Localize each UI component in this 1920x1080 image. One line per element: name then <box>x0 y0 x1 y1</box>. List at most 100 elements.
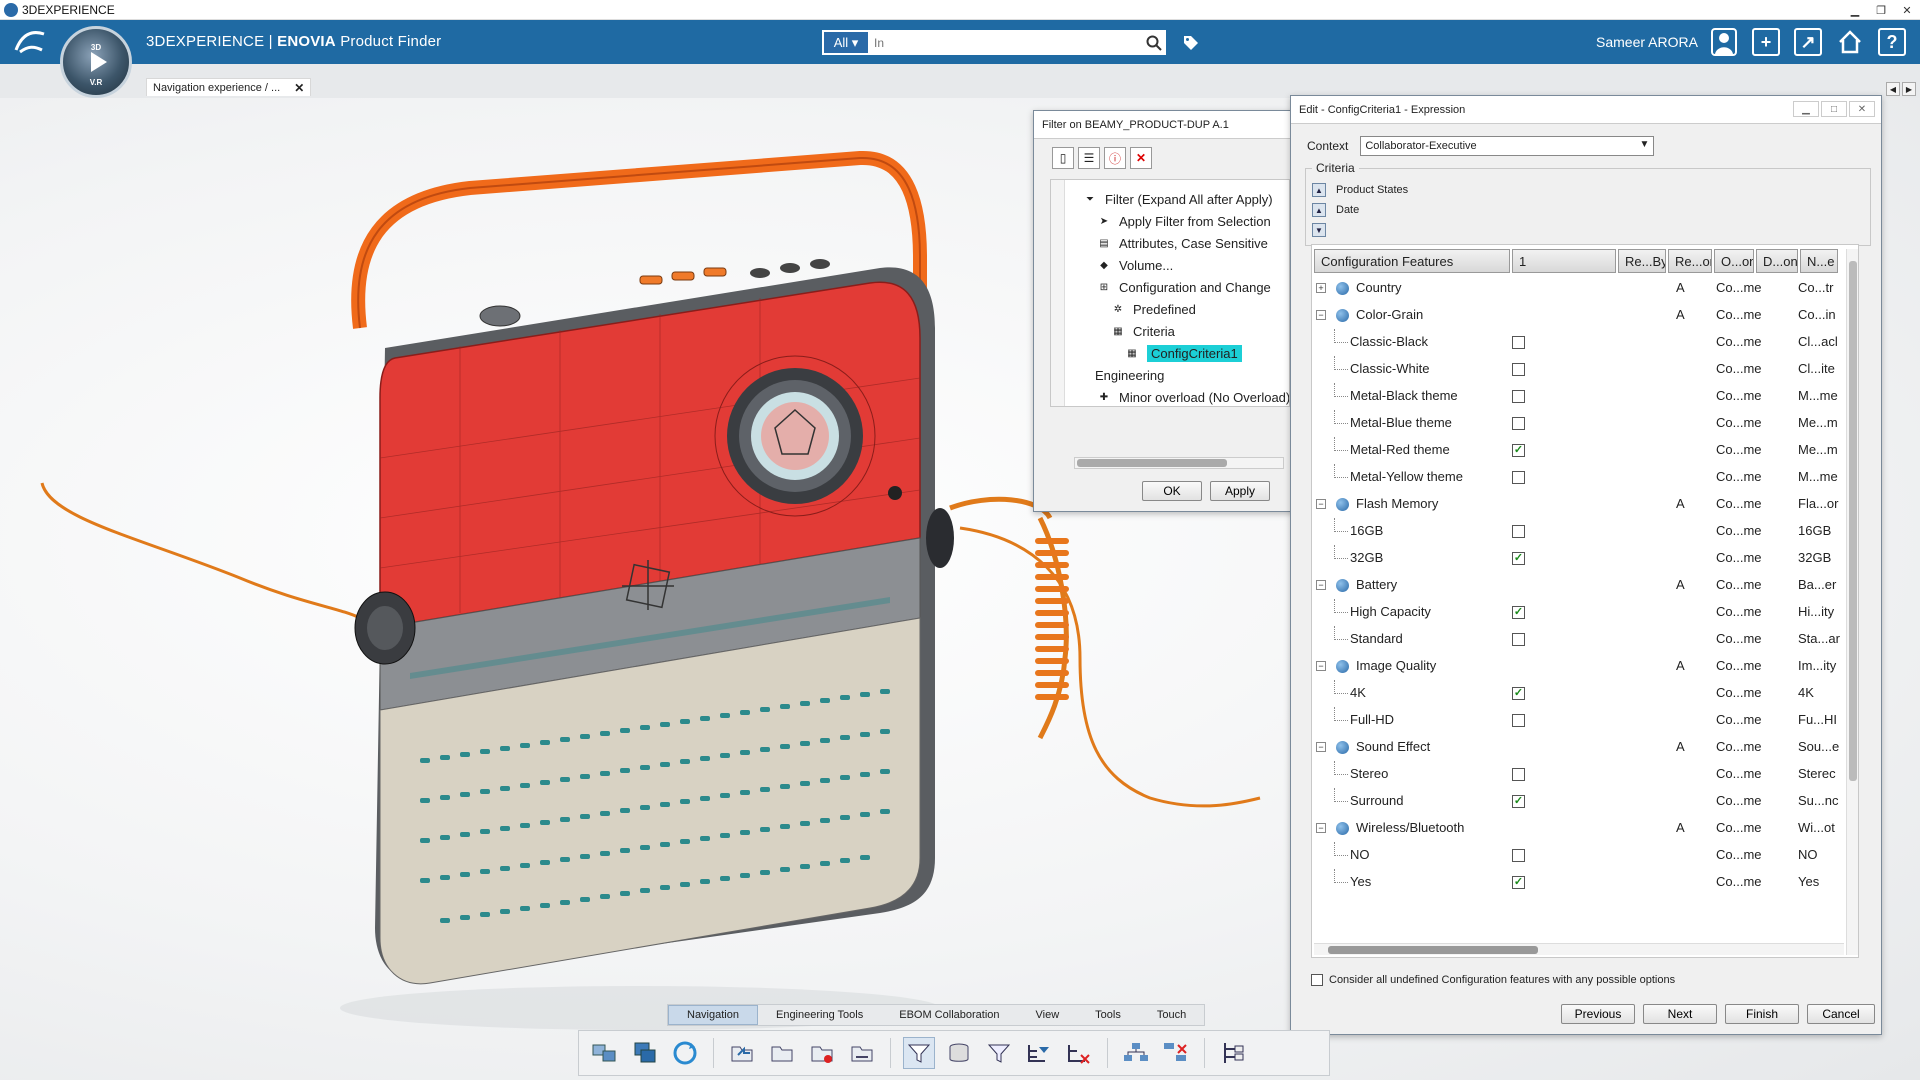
filter-tree-vscroll[interactable] <box>1051 180 1065 406</box>
filter-tree-hscroll[interactable] <box>1074 457 1284 469</box>
filter-tree-node[interactable]: ▦ ConfigCriteria1 <box>1123 342 1242 364</box>
option-checkbox[interactable] <box>1512 849 1525 862</box>
filter-tree-icon[interactable] <box>1023 1037 1055 1069</box>
action-tab-touch[interactable]: Touch <box>1139 1005 1204 1025</box>
tag-icon[interactable] <box>1182 34 1200 52</box>
remove-icon[interactable] <box>806 1037 838 1069</box>
feature-row[interactable]: − Flash Memory A Co...me Fla...or <box>1312 491 1852 518</box>
option-checkbox[interactable] <box>1512 417 1525 430</box>
action-tab-engineering-tools[interactable]: Engineering Tools <box>758 1005 881 1025</box>
tab-navigation-experience[interactable]: Navigation experience / ... ✕ <box>146 78 312 96</box>
option-checkbox[interactable] <box>1512 363 1525 376</box>
option-checkbox[interactable] <box>1512 768 1525 781</box>
finish-button[interactable]: Finish <box>1725 1004 1799 1024</box>
col-reon[interactable]: Re...on <box>1668 249 1712 273</box>
cancel-button[interactable]: Cancel <box>1807 1004 1875 1024</box>
structure-icon[interactable] <box>1120 1037 1152 1069</box>
filter-tree-node[interactable]: ⏷ Filter (Expand All after Apply) <box>1081 188 1273 210</box>
consider-undefined-option[interactable]: Consider all undefined Configuration fea… <box>1311 974 1675 986</box>
grid-vscroll[interactable] <box>1846 249 1858 955</box>
ok-button[interactable]: OK <box>1142 481 1202 501</box>
add-icon[interactable]: + <box>1752 28 1780 56</box>
replace-icon[interactable] <box>846 1037 878 1069</box>
consider-checkbox[interactable] <box>1311 974 1323 986</box>
filter-tree-node[interactable]: ✚ Minor overload (No Overload) <box>1095 386 1289 406</box>
col-reby[interactable]: Re...By <box>1618 249 1666 273</box>
feature-row[interactable]: − Wireless/Bluetooth A Co...me Wi...ot <box>1312 815 1852 842</box>
option-row[interactable]: 16GB Co...me 16GB <box>1312 518 1852 545</box>
search-scope-dropdown[interactable]: All ▾ <box>824 32 868 53</box>
option-row[interactable]: High Capacity ✓ Co...me Hi...ity <box>1312 599 1852 626</box>
option-row[interactable]: Standard Co...me Sta...ar <box>1312 626 1852 653</box>
minimize-icon[interactable]: ▁ <box>1842 0 1868 20</box>
option-row[interactable]: Full-HD Co...me Fu...HI <box>1312 707 1852 734</box>
filter-funnel-icon[interactable] <box>983 1037 1015 1069</box>
option-checkbox[interactable]: ✓ <box>1512 876 1525 889</box>
context-select[interactable]: Collaborator-Executive ▼ <box>1360 136 1655 156</box>
col-don[interactable]: D...on <box>1756 249 1798 273</box>
option-checkbox[interactable] <box>1512 471 1525 484</box>
expand-all-icon[interactable] <box>629 1037 661 1069</box>
feature-row[interactable]: − Battery A Co...me Ba...er <box>1312 572 1852 599</box>
feature-row[interactable]: − Image Quality A Co...me Im...ity <box>1312 653 1852 680</box>
dialog-minimize-icon[interactable]: ▁ <box>1793 101 1819 117</box>
compass-icon[interactable]: 3D V.R <box>60 26 132 98</box>
filter-icon[interactable] <box>903 1037 935 1069</box>
tab-next-icon[interactable]: ▶ <box>1902 82 1916 96</box>
option-checkbox[interactable] <box>1512 633 1525 646</box>
filter-tree-node[interactable]: ⊞ Configuration and Change <box>1095 276 1271 298</box>
option-row[interactable]: 4K ✓ Co...me 4K <box>1312 680 1852 707</box>
filter-info-icon[interactable]: ⓘ <box>1104 147 1126 169</box>
option-checkbox[interactable] <box>1512 336 1525 349</box>
expand-first-level-icon[interactable] <box>589 1037 621 1069</box>
expand-toggle-icon[interactable]: − <box>1316 580 1326 590</box>
search-input[interactable] <box>870 32 1142 53</box>
option-row[interactable]: Surround ✓ Co...me Su...nc <box>1312 788 1852 815</box>
help-icon[interactable]: ? <box>1878 28 1906 56</box>
dialog-close-icon[interactable]: ✕ <box>1849 101 1875 117</box>
expand-toggle-icon[interactable]: − <box>1316 661 1326 671</box>
filter-tree-node[interactable]: ▤ Attributes, Case Sensitive <box>1095 232 1268 254</box>
option-checkbox[interactable] <box>1512 525 1525 538</box>
feature-row[interactable]: − Sound Effect A Co...me Sou...e <box>1312 734 1852 761</box>
criteria-item-date[interactable]: ▲ Date <box>1312 203 1359 217</box>
open-icon[interactable] <box>726 1037 758 1069</box>
refresh-icon[interactable] <box>669 1037 701 1069</box>
apply-button[interactable]: Apply <box>1210 481 1270 501</box>
option-row[interactable]: 32GB ✓ Co...me 32GB <box>1312 545 1852 572</box>
user-avatar-icon[interactable] <box>1710 28 1738 56</box>
criteria-expand-toggle[interactable]: ▼ <box>1312 223 1336 237</box>
feature-row[interactable]: + Country A Co...me Co...tr <box>1312 275 1852 302</box>
filter-tree-node[interactable]: ➤ Apply Filter from Selection <box>1095 210 1271 232</box>
close-icon[interactable]: ✕ <box>1894 0 1920 20</box>
search-icon[interactable] <box>1142 32 1166 53</box>
filter-list-icon[interactable]: ☰ <box>1078 147 1100 169</box>
restore-icon[interactable]: ❐ <box>1868 0 1894 20</box>
insert-icon[interactable] <box>766 1037 798 1069</box>
action-tab-navigation[interactable]: Navigation <box>668 1005 758 1025</box>
expand-toggle-icon[interactable]: − <box>1316 499 1326 509</box>
col-oon[interactable]: O...on <box>1714 249 1754 273</box>
option-row[interactable]: Classic-White Co...me Cl...ite <box>1312 356 1852 383</box>
new-filter-icon[interactable]: ▯ <box>1052 147 1074 169</box>
action-tab-ebom-collaboration[interactable]: EBOM Collaboration <box>881 1005 1017 1025</box>
filter-tree-node[interactable]: ▦ Criteria <box>1109 320 1175 342</box>
option-row[interactable]: NO Co...me NO <box>1312 842 1852 869</box>
expand-toggle-icon[interactable]: + <box>1316 283 1326 293</box>
option-row[interactable]: Stereo Co...me Sterec <box>1312 761 1852 788</box>
delete-filter-icon[interactable]: ✕ <box>1130 147 1152 169</box>
option-row[interactable]: Metal-Red theme ✓ Co...me Me...m <box>1312 437 1852 464</box>
grid-hscroll[interactable] <box>1314 943 1844 955</box>
expand-toggle-icon[interactable]: − <box>1316 310 1326 320</box>
expand-toggle-icon[interactable]: − <box>1316 823 1326 833</box>
feature-row[interactable]: − Color-Grain A Co...me Co...in <box>1312 302 1852 329</box>
user-name[interactable]: Sameer ARORA <box>1596 34 1698 50</box>
next-button[interactable]: Next <box>1643 1004 1717 1024</box>
col-ne[interactable]: N...e <box>1800 249 1838 273</box>
option-row[interactable]: Metal-Yellow theme Co...me M...me <box>1312 464 1852 491</box>
tab-close-icon[interactable]: ✕ <box>294 81 304 95</box>
option-checkbox[interactable]: ✓ <box>1512 552 1525 565</box>
filter-clear-icon[interactable] <box>1063 1037 1095 1069</box>
previous-button[interactable]: Previous <box>1561 1004 1635 1024</box>
option-checkbox[interactable]: ✓ <box>1512 444 1525 457</box>
